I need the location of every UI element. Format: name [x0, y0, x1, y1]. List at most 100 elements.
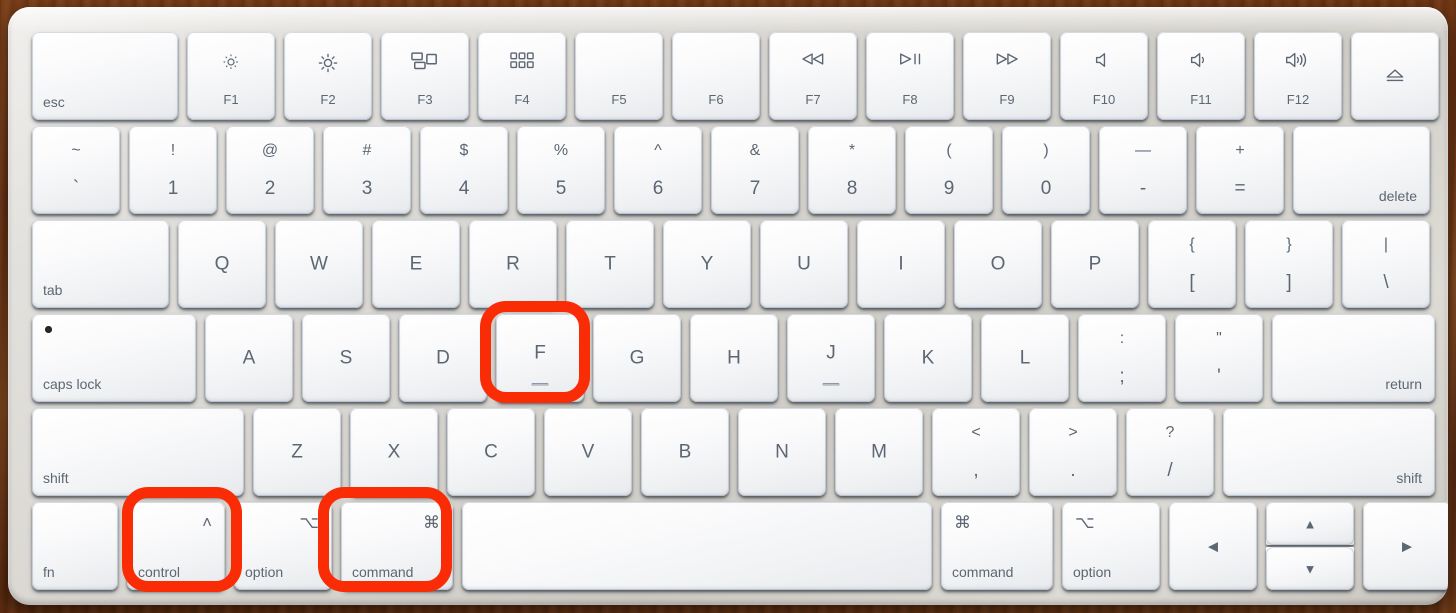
key-x[interactable]: X	[350, 408, 438, 496]
key-e[interactable]: E	[372, 220, 460, 308]
key-equal[interactable]: + =	[1196, 126, 1284, 214]
key-label: 0	[1040, 178, 1052, 199]
key-w[interactable]: W	[275, 220, 363, 308]
key-label: Z	[291, 441, 303, 463]
key-fn-label: F10	[1092, 92, 1116, 107]
key-f3[interactable]: F3	[381, 32, 469, 120]
key-fn-label: F1	[223, 92, 239, 107]
key-f7[interactable]: F7	[769, 32, 857, 120]
key-command-right[interactable]: ⌘ command	[941, 502, 1053, 590]
key-n[interactable]: N	[738, 408, 826, 496]
key-fn[interactable]: fn	[32, 502, 118, 590]
number-row: ~ ` ! 1 @ 2 # 3 $ 4 % 5 ^ 6 & 7 * 8 (9 …	[32, 126, 1430, 214]
key-f2[interactable]: F2	[284, 32, 372, 120]
key-s[interactable]: S	[302, 314, 390, 402]
key-7[interactable]: & 7	[711, 126, 799, 214]
key-arrow-left[interactable]: ◀	[1169, 502, 1257, 590]
key-m[interactable]: M	[835, 408, 923, 496]
key-shift-label: +	[1235, 142, 1245, 159]
shift-row: shift Z X C V B N M < , > . ? / shift	[32, 408, 1435, 496]
key-shift-right[interactable]: shift	[1223, 408, 1435, 496]
key-label: B	[678, 441, 692, 463]
key-f6[interactable]: F6	[672, 32, 760, 120]
key-label: delete	[1378, 188, 1417, 204]
key-1[interactable]: ! 1	[129, 126, 217, 214]
key-shift-label: }	[1286, 236, 1292, 253]
control-symbol-icon: ˄	[202, 513, 212, 532]
key-command-left[interactable]: ⌘ command	[341, 502, 453, 590]
key-f[interactable]: F	[496, 314, 584, 402]
key-q[interactable]: Q	[178, 220, 266, 308]
key-bracket-left[interactable]: { [	[1148, 220, 1236, 308]
key-slash[interactable]: ? /	[1126, 408, 1214, 496]
key-a[interactable]: A	[205, 314, 293, 402]
key-b[interactable]: B	[641, 408, 729, 496]
key-label: 4	[458, 178, 470, 199]
key-o[interactable]: O	[954, 220, 1042, 308]
key-8[interactable]: * 8	[808, 126, 896, 214]
key-f12[interactable]: F12	[1254, 32, 1342, 120]
key-bracket-right[interactable]: } ]	[1245, 220, 1333, 308]
key-j[interactable]: J	[787, 314, 875, 402]
key-arrow-up[interactable]: ▲	[1266, 502, 1354, 545]
key-v[interactable]: V	[544, 408, 632, 496]
key-d[interactable]: D	[399, 314, 487, 402]
key-t[interactable]: T	[566, 220, 654, 308]
key-caps-lock[interactable]: caps lock	[32, 314, 196, 402]
key-semicolon[interactable]: : ;	[1078, 314, 1166, 402]
key-label: K	[921, 347, 935, 369]
key-f5[interactable]: F5	[575, 32, 663, 120]
key-2[interactable]: @ 2	[226, 126, 314, 214]
arrow-down-icon: ▼	[1303, 561, 1317, 576]
key-f9[interactable]: F9	[963, 32, 1051, 120]
key-0[interactable]: ) 0	[1002, 126, 1090, 214]
key-z[interactable]: Z	[253, 408, 341, 496]
key-4[interactable]: $ 4	[420, 126, 508, 214]
key-g[interactable]: G	[593, 314, 681, 402]
key-l[interactable]: L	[981, 314, 1069, 402]
key-f8[interactable]: F8	[866, 32, 954, 120]
key-delete[interactable]: delete	[1293, 126, 1430, 214]
key-f10[interactable]: F10	[1060, 32, 1148, 120]
key-option-left[interactable]: ⌥ option	[234, 502, 332, 590]
key-quote[interactable]: " '	[1175, 314, 1263, 402]
key-arrow-down[interactable]: ▼	[1266, 547, 1354, 590]
key-i[interactable]: I	[857, 220, 945, 308]
key-label: option	[1073, 564, 1112, 580]
home-row: caps lock A S D F G H J K L: ; " ' retu…	[32, 314, 1435, 402]
key-r[interactable]: R	[469, 220, 557, 308]
command-symbol-icon: ⌘	[423, 513, 440, 532]
key-y[interactable]: Y	[663, 220, 751, 308]
key-u[interactable]: U	[760, 220, 848, 308]
key-comma[interactable]: < ,	[932, 408, 1020, 496]
key-shift-left[interactable]: shift	[32, 408, 244, 496]
key-9[interactable]: ( 9	[905, 126, 993, 214]
key-f1[interactable]: F1	[187, 32, 275, 120]
key-5[interactable]: % 5	[517, 126, 605, 214]
key-6[interactable]: ^ 6	[614, 126, 702, 214]
key-period[interactable]: > .	[1029, 408, 1117, 496]
key-3[interactable]: # 3	[323, 126, 411, 214]
key-arrow-right[interactable]: ▶	[1363, 502, 1448, 590]
key-option-right[interactable]: ⌥ option	[1062, 502, 1160, 590]
key-tab[interactable]: tab	[32, 220, 169, 308]
key-label: 6	[652, 178, 664, 199]
key-grave[interactable]: ~ `	[32, 126, 120, 214]
key-space[interactable]	[462, 502, 932, 590]
key-return[interactable]: return	[1272, 314, 1435, 402]
key-shift-label: {	[1189, 236, 1195, 253]
key-p[interactable]: P	[1051, 220, 1139, 308]
key-h[interactable]: H	[690, 314, 778, 402]
key-f11[interactable]: F11	[1157, 32, 1245, 120]
key-shift-label: #	[362, 142, 372, 159]
key-label: caps lock	[43, 376, 102, 392]
key-f4[interactable]: F4	[478, 32, 566, 120]
key-backslash[interactable]: | \	[1342, 220, 1430, 308]
key-eject[interactable]	[1351, 32, 1439, 120]
qwerty-row: tab Q W E R T Y U I O P {[}] | \	[32, 220, 1430, 308]
key-k[interactable]: K	[884, 314, 972, 402]
key-c[interactable]: C	[447, 408, 535, 496]
key-minus[interactable]: — -	[1099, 126, 1187, 214]
key-esc[interactable]: esc	[32, 32, 178, 120]
key-control[interactable]: ˄ control	[127, 502, 225, 590]
